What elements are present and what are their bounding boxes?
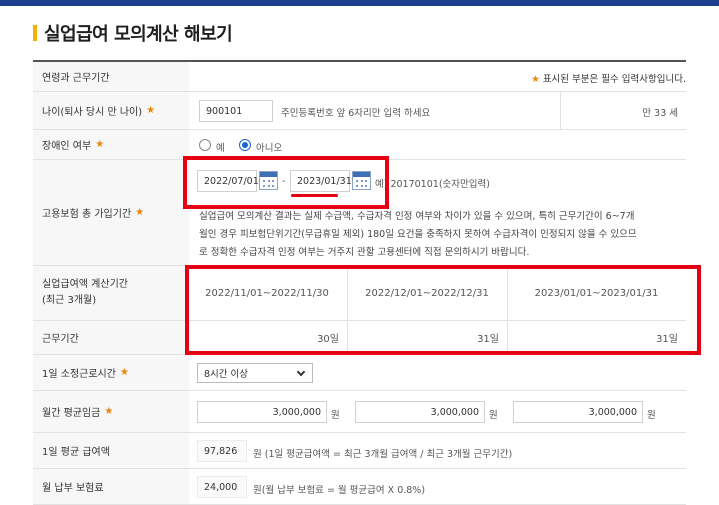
required-star-icon: ★ [531,74,540,85]
wage-row: 월간 평균임금 ★ 3,000,000 원 3,000,000 원 3,000,… [33,391,686,433]
work-hours-select[interactable]: 8시간 이상 [197,363,313,383]
end-calendar-icon[interactable] [352,171,371,190]
calc-period-2: 2022/12/01~2022/12/31 [365,287,489,299]
wage-input-3[interactable]: 3,000,000 [513,401,643,423]
wage-label: 월간 평균임금 [42,408,101,419]
premium-note: 원(월 납부 보험료 = 월 평균급여 X 0.8%) [253,485,426,496]
premium-label: 월 납부 보험료 [33,469,189,504]
premium-value: 24,000 [197,476,247,498]
title-marker [33,25,37,41]
top-accent-bar [0,0,719,6]
calc-period-row: 실업급여액 계산기간 (최근 3개월) 2022/11/01~2022/11/3… [33,266,686,321]
disability-label: 장애인 여부 [42,141,92,152]
required-star-icon: ★ [146,105,156,116]
start-date-input[interactable]: 2022/07/01 [197,170,259,192]
work-days-3: 31일 [656,334,678,345]
wage-unit-3: 원 [647,410,656,421]
work-days-2: 31일 [477,334,499,345]
work-hours-selected: 8시간 이상 [204,369,249,380]
work-days-label: 근무기간 [33,321,189,354]
wage-input-1[interactable]: 3,000,000 [197,401,327,423]
header-row: 연령과 근무기간 ★ 표시된 부분은 필수 입력사항입니다. [33,62,686,92]
daily-wage-row: 1일 평균 급여액 97,826 원 (1일 평균급여액 = 최근 3개월 급여… [33,433,686,469]
disability-row: 장애인 여부 ★ 예 아니오 [33,130,686,160]
chevron-down-icon [296,367,306,377]
calc-period-1: 2022/11/01~2022/11/30 [205,287,329,299]
disability-yes-label[interactable]: 예 [216,140,225,154]
age-result: 만 33 세 [642,108,678,119]
required-star-icon: ★ [119,367,129,378]
disability-no-label[interactable]: 아니오 [256,140,282,154]
required-star-icon: ★ [104,406,114,417]
insurance-period-row: 고용보험 총 가입기간 ★ 2022/07/01 - 2023/01/31 예)… [33,160,686,266]
start-calendar-icon[interactable] [259,171,278,190]
date-separator: - [282,176,286,187]
work-hours-row: 1일 소정근로시간 ★ 8시간 이상 [33,355,686,391]
calc-period-3: 2023/01/01~2023/01/31 [534,287,659,299]
calc-period-sublabel: (최근 3개월) [42,295,97,306]
end-date-underline [291,194,338,197]
required-star-icon: ★ [135,207,145,218]
birthdate-hint: 주민등록번호 앞 6자리만 입력 하세요 [281,108,431,119]
work-hours-label: 1일 소정근로시간 [42,369,116,380]
disability-no-radio[interactable] [239,139,251,151]
daily-wage-value: 97,826 [197,440,247,462]
wage-input-2[interactable]: 3,000,000 [355,401,485,423]
header-label: 연령과 근무기간 [33,62,189,91]
daily-wage-label: 1일 평균 급여액 [33,433,189,468]
required-star-icon: ★ [95,139,105,150]
date-example: 예) 20170101(숫자만입력) [375,179,490,190]
work-days-row: 근무기간 30일 31일 31일 [33,321,686,355]
page-header: 실업급여 모의계산 해보기 [33,20,233,46]
calculator-form: 연령과 근무기간 ★ 표시된 부분은 필수 입력사항입니다. 나이(퇴사 당시 … [33,60,686,505]
premium-row: 월 납부 보험료 24,000 원(월 납부 보험료 = 월 평균급여 X 0.… [33,469,686,505]
age-row: 나이(퇴사 당시 만 나이) ★ 900101 주민등록번호 앞 6자리만 입력… [33,92,686,130]
wage-unit-1: 원 [331,410,340,421]
work-days-1: 30일 [317,334,339,345]
page-title: 실업급여 모의계산 해보기 [44,24,233,45]
insurance-notice: 실업급여 모의계산 결과는 실제 수급액, 수급자격 인정 여부와 차이가 있을… [199,211,637,258]
insurance-label: 고용보험 총 가입기간 [42,209,132,220]
required-note: 표시된 부분은 필수 입력사항입니다. [542,74,686,85]
calc-period-label: 실업급여액 계산기간 [42,279,128,290]
disability-yes-radio[interactable] [199,139,211,151]
wage-unit-2: 원 [489,410,498,421]
birthdate-input[interactable]: 900101 [199,100,273,122]
age-label: 나이(퇴사 당시 만 나이) [42,107,143,118]
daily-wage-note: 원 (1일 평균급여액 = 최근 3개월 급여액 / 최근 3개월 근무기간) [253,449,513,460]
end-date-input[interactable]: 2023/01/31 [290,170,352,192]
